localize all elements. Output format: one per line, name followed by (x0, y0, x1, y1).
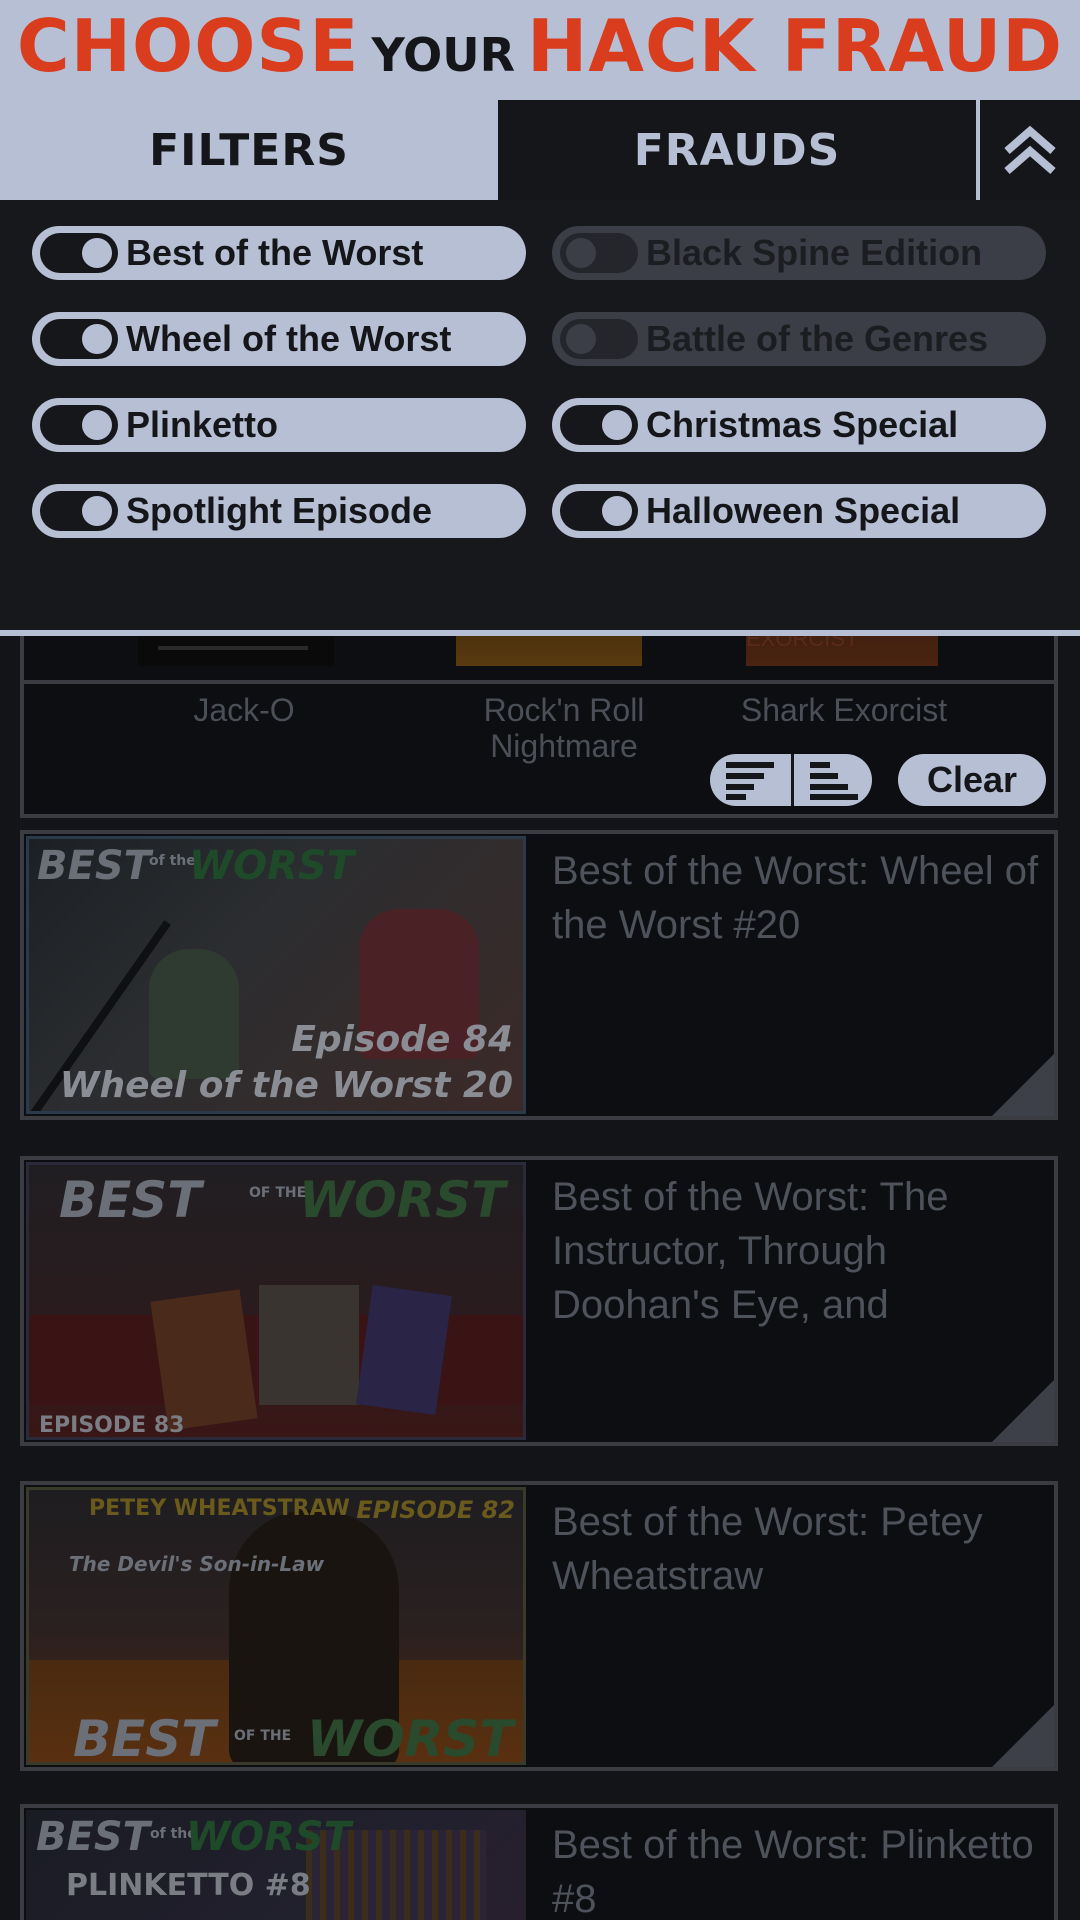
filter-halloween-special[interactable]: Halloween Special (552, 484, 1046, 538)
thumb-brand-worst: WORST (299, 1171, 506, 1229)
toggle-switch[interactable] (560, 319, 638, 359)
app-root: CHOOSEYOURHACK FRAUD FILTERS FRAUDS SHAR… (0, 0, 1080, 1920)
filter-wheel-of-the-worst[interactable]: Wheel of the Worst (32, 312, 526, 366)
toggle-knob (82, 238, 112, 268)
sort-right-button[interactable] (791, 754, 872, 806)
thumb-brand-of-the: OF THE (234, 1728, 292, 1744)
toggle-switch[interactable] (560, 405, 638, 445)
site-logo[interactable]: CHOOSE YOUR HACK FRAUD (0, 4, 1080, 88)
toggle-knob (566, 324, 596, 354)
thumb-tagline: The Devil's Son-in-Law (69, 1552, 325, 1576)
double-chevron-up-icon (1004, 125, 1056, 175)
filter-label: Christmas Special (646, 404, 959, 445)
logo-choose: CHOOSE (16, 4, 360, 88)
thumb-caption-bar (158, 646, 308, 650)
toggle-switch[interactable] (40, 319, 118, 359)
thumb-brand-best: BEST (59, 1171, 202, 1229)
episode-card[interactable]: PETEY WHEATSTRAW The Devil's Son-in-Law … (20, 1481, 1058, 1771)
thumb-brand-best: BEST (36, 1814, 150, 1860)
thumb-subtitle: Wheel of the Worst 20 (59, 1065, 513, 1106)
episode-thumbnail[interactable]: BEST OF THE WORST EPISODE 83 (26, 1162, 526, 1440)
tab-bar: FILTERS FRAUDS (0, 100, 1080, 200)
thumb-title-top: PETEY WHEATSTRAW (89, 1496, 350, 1521)
logo-your: YOUR (371, 28, 516, 82)
tab-frauds[interactable]: FRAUDS (498, 100, 976, 200)
episode-card[interactable]: BEST of the WORST PLINKETTO #8 Best of t… (20, 1804, 1058, 1920)
episode-title[interactable]: Best of the Worst: Wheel of the Worst #2… (552, 844, 1052, 952)
filter-label: Best of the Worst (126, 232, 424, 273)
thumb-vhs-cover (356, 1285, 452, 1415)
toggle-knob (82, 496, 112, 526)
thumb-brand-of-the: OF THE (249, 1185, 307, 1201)
related-card-body: Jack-O Rock'n Roll Nightmare Shark Exorc… (20, 684, 1058, 818)
card-corner (992, 1054, 1054, 1116)
toggle-knob (566, 238, 596, 268)
thumb-episode-number: EPISODE 82 (356, 1496, 515, 1524)
episode-card[interactable]: BEST OF THE WORST EPISODE 83 Best of the… (20, 1156, 1058, 1446)
filter-label: Spotlight Episode (126, 490, 432, 531)
episode-card[interactable]: BEST of the WORST Episode 84 Wheel of th… (20, 830, 1058, 1120)
thumb-brand-worst: WORST (189, 843, 355, 889)
clear-filters-button[interactable]: Clear (898, 754, 1046, 806)
filter-label: Wheel of the Worst (126, 318, 452, 359)
related-title-rock-n-roll-nightmare[interactable]: Rock'n Roll Nightmare (444, 692, 684, 764)
episode-title[interactable]: Best of the Worst: The Instructor, Throu… (552, 1170, 1052, 1332)
site-header: CHOOSE YOUR HACK FRAUD (0, 0, 1080, 100)
toggle-knob (82, 324, 112, 354)
episode-thumbnail[interactable]: PETEY WHEATSTRAW The Devil's Son-in-Law … (26, 1487, 526, 1765)
thumb-vhs-cover (259, 1285, 359, 1405)
card-corner (992, 1380, 1054, 1442)
panel-divider (0, 630, 1080, 636)
thumb-brand-best: BEST (37, 843, 151, 889)
filter-best-of-the-worst[interactable]: Best of the Worst (32, 226, 526, 280)
related-title-jack-o[interactable]: Jack-O (124, 692, 364, 728)
thumb-person (149, 949, 239, 1079)
filter-black-spine-edition[interactable]: Black Spine Edition (552, 226, 1046, 280)
tab-filters[interactable]: FILTERS (0, 100, 498, 200)
thumb-episode-number: Episode 84 (291, 1019, 513, 1060)
card-corner (992, 1705, 1054, 1767)
thumb-brand-worst: WORST (186, 1814, 352, 1860)
episode-title[interactable]: Best of the Worst: Plinketto #8 (552, 1818, 1052, 1920)
collapse-button[interactable] (980, 100, 1080, 200)
toggle-switch[interactable] (560, 233, 638, 273)
align-right-icon (810, 762, 858, 800)
thumb-vhs-cover (150, 1289, 258, 1431)
toggle-switch[interactable] (40, 405, 118, 445)
logo-hack-fraud: HACK FRAUD (527, 4, 1064, 88)
episode-title[interactable]: Best of the Worst: Petey Wheatstraw (552, 1495, 1052, 1603)
filter-label: Black Spine Edition (646, 232, 983, 273)
episode-thumbnail[interactable]: BEST of the WORST Episode 84 Wheel of th… (26, 836, 526, 1114)
thumb-episode-number: EPISODE 83 (39, 1413, 185, 1438)
filter-label: Halloween Special (646, 490, 961, 531)
toggle-switch[interactable] (40, 491, 118, 531)
toggle-switch[interactable] (560, 491, 638, 531)
filter-label: Battle of the Genres (646, 318, 989, 359)
thumb-brand-best: BEST (73, 1710, 216, 1765)
toggle-knob (602, 496, 632, 526)
related-title-shark-exorcist[interactable]: Shark Exorcist (724, 692, 964, 728)
filter-battle-of-the-genres[interactable]: Battle of the Genres (552, 312, 1046, 366)
episode-thumbnail[interactable]: BEST of the WORST PLINKETTO #8 (26, 1810, 526, 1920)
filters-panel: Best of the Worst Wheel of the Worst Pli… (0, 200, 1080, 806)
thumb-subtitle: PLINKETTO #8 (66, 1868, 311, 1903)
filter-plinketto[interactable]: Plinketto (32, 398, 526, 452)
filter-label: Plinketto (126, 404, 279, 445)
fraud-list[interactable]: SHARK EXORCIST Jack-O Rock'n Roll Nightm… (0, 596, 1080, 1920)
thumb-brand-worst: WORST (307, 1710, 514, 1765)
sort-toggle-group (710, 754, 872, 806)
sort-left-button[interactable] (710, 754, 791, 806)
toggle-switch[interactable] (40, 233, 118, 273)
align-left-icon (725, 762, 774, 800)
filter-spotlight-episode[interactable]: Spotlight Episode (32, 484, 526, 538)
toggle-knob (602, 410, 632, 440)
toggle-knob (82, 410, 112, 440)
filter-christmas-special[interactable]: Christmas Special (552, 398, 1046, 452)
